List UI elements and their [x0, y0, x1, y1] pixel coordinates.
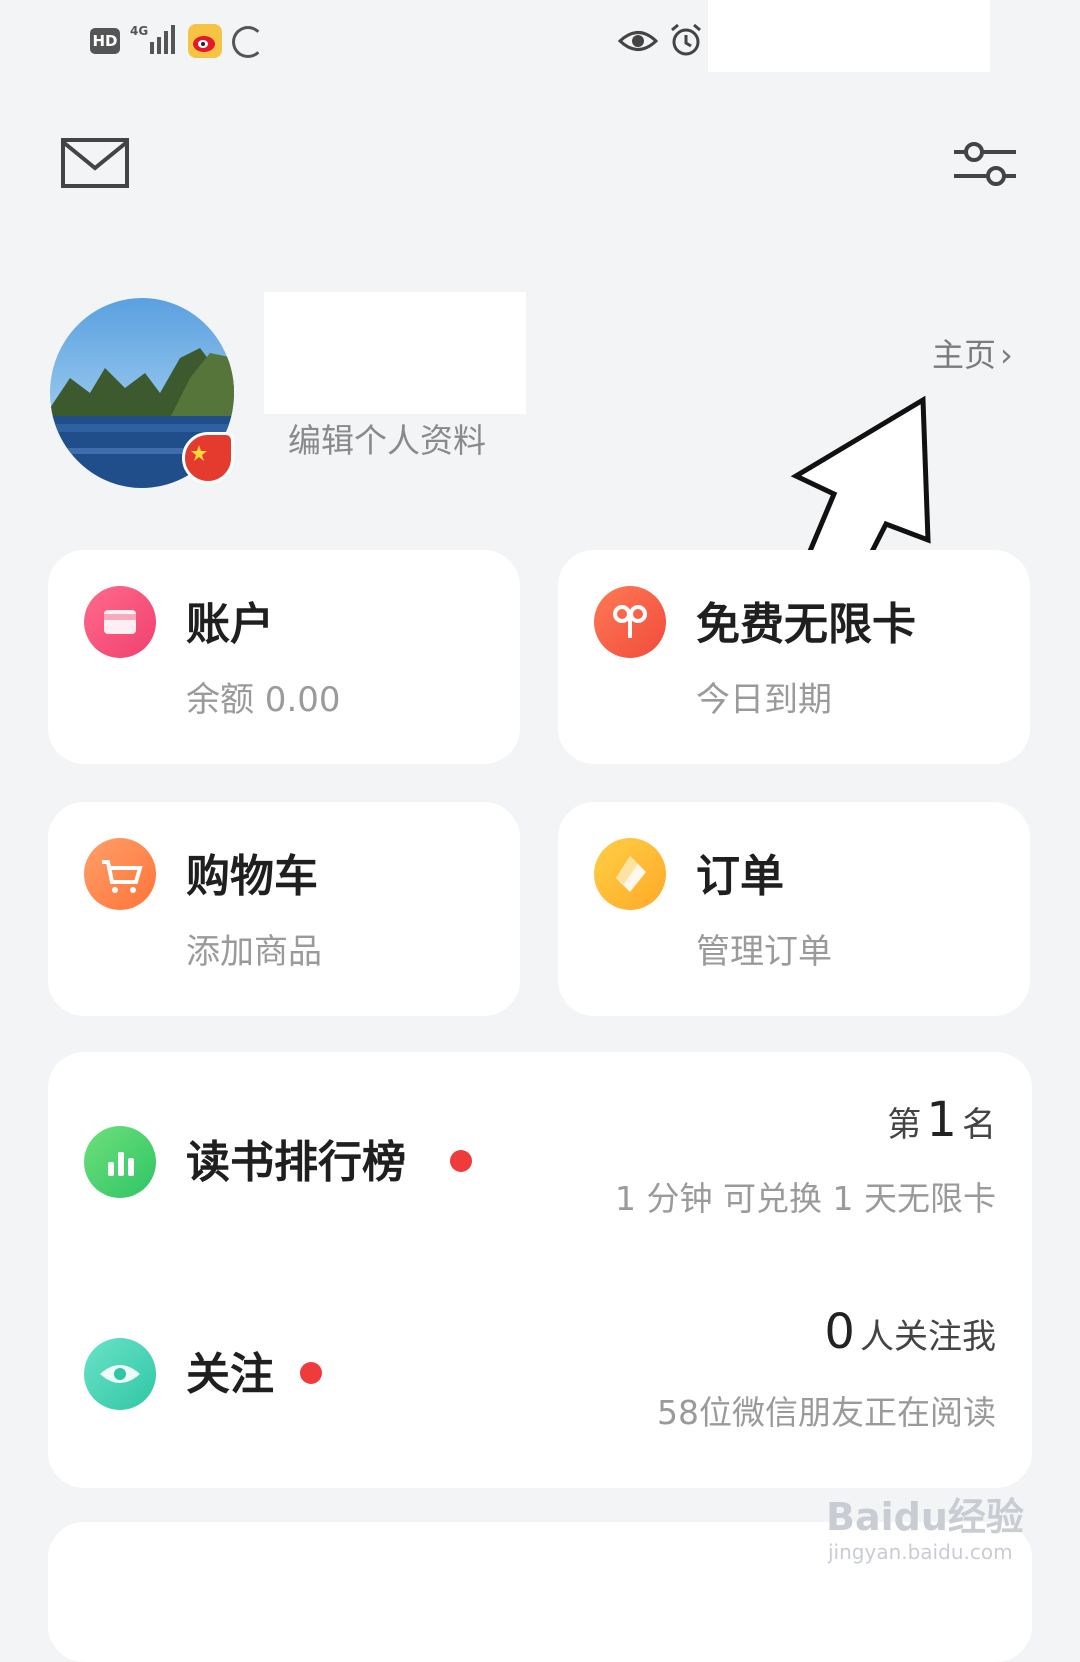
wallet-icon: [84, 586, 156, 658]
china-flag-badge: [182, 432, 234, 484]
orders-subtitle: 管理订单: [696, 932, 832, 972]
friends-reading-subtitle: 58位微信朋友正在阅读: [657, 1393, 996, 1432]
hd-badge: HD: [90, 28, 120, 54]
cart-card[interactable]: 购物车 添加商品: [48, 802, 520, 1016]
rank-position: 第 1 名: [887, 1092, 996, 1148]
signal-icon: 4G: [130, 24, 175, 54]
cart-icon: [84, 838, 156, 910]
cart-subtitle: 添加商品: [186, 932, 322, 972]
edit-profile-link[interactable]: 编辑个人资料: [288, 414, 486, 462]
unlimited-card-title: 免费无限卡: [696, 599, 916, 650]
eye-comfort-icon: [618, 31, 658, 51]
homepage-link[interactable]: 主页 ›: [932, 330, 1013, 376]
reading-rank-title: 读书排行榜: [186, 1137, 406, 1188]
orders-card[interactable]: 订单 管理订单: [558, 802, 1030, 1016]
bar-chart-icon: [84, 1126, 156, 1198]
rank-prefix: 第: [887, 1105, 922, 1145]
reading-rank-row[interactable]: 读书排行榜 第 1 名 1 分钟 可兑换 1 天无限卡: [48, 1062, 1032, 1262]
mail-icon[interactable]: [60, 136, 132, 192]
account-card[interactable]: 账户 余额 0.00: [48, 550, 520, 764]
follow-title: 关注: [186, 1349, 274, 1400]
rank-subtitle: 1 分钟 可兑换 1 天无限卡: [615, 1179, 996, 1218]
rank-number: 1: [926, 1092, 957, 1148]
diamond-icon: [594, 838, 666, 910]
weibo-icon: [188, 24, 222, 58]
eye-icon: [84, 1338, 156, 1410]
follower-count: 0 人关注我: [824, 1304, 996, 1360]
unlimited-card-expiry: 今日到期: [696, 680, 832, 720]
account-title: 账户: [186, 599, 274, 650]
unlimited-card[interactable]: 免费无限卡 今日到期: [558, 550, 1030, 764]
redaction-mask: [708, 0, 990, 72]
sync-icon: [232, 26, 264, 58]
watermark-url: jingyan.baidu.com: [828, 1540, 1013, 1564]
chevron-right-icon: ›: [1000, 336, 1013, 374]
homepage-label: 主页: [932, 336, 997, 374]
follow-row[interactable]: 关注 0 人关注我 58位微信朋友正在阅读: [48, 1274, 1032, 1474]
notification-dot: [300, 1362, 322, 1384]
stats-card: 读书排行榜 第 1 名 1 分钟 可兑换 1 天无限卡 关注 0 人关注我 58…: [48, 1052, 1032, 1488]
alarm-icon: [671, 23, 701, 56]
notification-dot: [450, 1150, 472, 1172]
orders-title: 订单: [696, 851, 784, 902]
watermark-logo: Baidu经验: [826, 1495, 1024, 1539]
username-redacted: [264, 292, 526, 414]
settings-sliders-icon[interactable]: [952, 138, 1018, 192]
account-balance: 余额 0.00: [186, 680, 341, 720]
bow-icon: [594, 586, 666, 658]
follower-number: 0: [824, 1304, 855, 1360]
svg-text:4G: 4G: [130, 24, 148, 38]
cart-title: 购物车: [186, 851, 318, 902]
rank-suffix: 名: [962, 1105, 996, 1145]
follower-label: 人关注我: [860, 1317, 996, 1357]
status-bar: HD 4G: [0, 0, 1080, 84]
